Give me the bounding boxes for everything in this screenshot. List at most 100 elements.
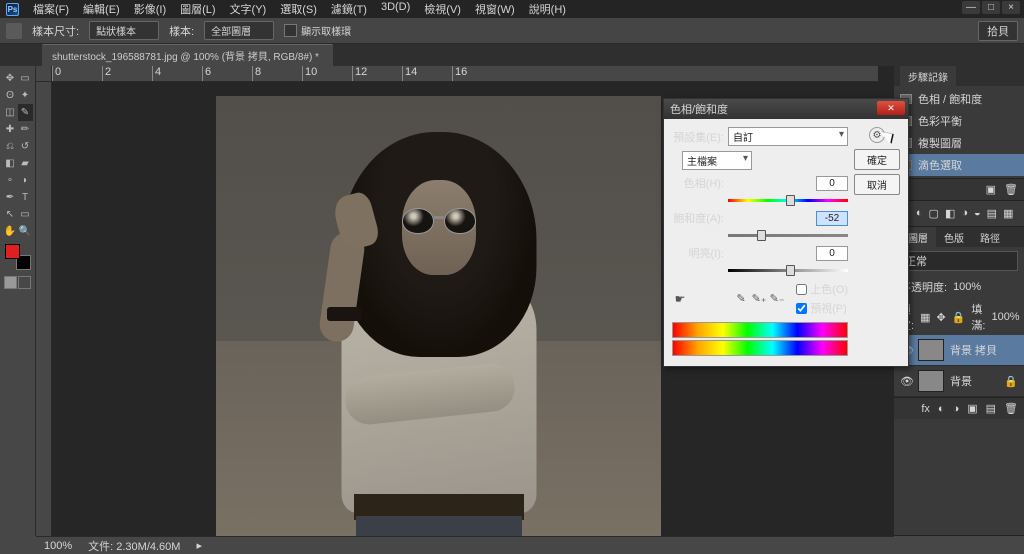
layer-name[interactable]: 背景 <box>950 373 972 389</box>
group-icon[interactable]: ▣ <box>967 402 977 415</box>
history-new-icon[interactable]: ▣ <box>986 183 996 196</box>
adjustment-layer-icon[interactable]: ◑ <box>953 403 960 415</box>
visibility-icon[interactable]: 👁 <box>900 375 912 388</box>
menu-window[interactable]: 視窗(W) <box>469 0 521 19</box>
sample-layers-select[interactable]: 全部圖層 <box>204 21 274 40</box>
lightness-slider[interactable] <box>728 266 848 275</box>
new-layer-icon[interactable]: ▤ <box>986 402 996 415</box>
lock-pixels-icon[interactable]: ▦ <box>920 311 930 324</box>
menu-select[interactable]: 選取(S) <box>274 0 323 19</box>
gradient-tool[interactable]: ▰ <box>18 155 33 172</box>
cancel-button[interactable]: 取消 <box>854 174 900 195</box>
eyedropper-tool[interactable]: ✎ <box>18 104 33 121</box>
blur-tool[interactable]: ∘ <box>3 172 18 189</box>
eyedropper-sub-icon[interactable]: ✎₋ <box>770 292 784 306</box>
history-item[interactable]: 色相 / 飽和度 <box>894 88 1024 110</box>
colorize-checkbox[interactable]: 上色(O) <box>796 281 848 297</box>
saturation-input[interactable]: -52 <box>816 211 848 226</box>
adjustment-icon[interactable]: ◑ <box>961 207 968 220</box>
hand-tool[interactable]: ✋ <box>3 223 18 240</box>
foreground-color-swatch[interactable] <box>5 244 20 259</box>
hue-slider[interactable] <box>728 196 848 205</box>
preset-select[interactable]: 自訂 <box>728 127 848 146</box>
paths-tab[interactable]: 路徑 <box>972 227 1008 248</box>
preview-checkbox[interactable]: 預視(P) <box>796 300 848 316</box>
channel-select[interactable]: 主檔案 <box>682 151 752 170</box>
channels-tab[interactable]: 色版 <box>936 227 972 248</box>
marquee-tool[interactable]: ▭ <box>18 70 33 87</box>
ok-button[interactable]: 確定 <box>854 149 900 170</box>
document-tab[interactable]: shutterstock_196588781.jpg @ 100% (背景 拷貝… <box>42 44 333 66</box>
layer-thumbnail[interactable] <box>918 339 944 361</box>
document-size[interactable]: 文件: 2.30M/4.60M <box>88 538 180 554</box>
color-swatches[interactable] <box>5 244 31 270</box>
mask-icon[interactable]: ◐ <box>938 403 945 415</box>
blend-mode-select[interactable]: 正常 <box>900 251 1018 271</box>
layer-name[interactable]: 背景 拷貝 <box>950 342 997 358</box>
history-item[interactable]: 滴色選取 <box>894 154 1024 176</box>
layer-row[interactable]: 👁 背景 拷貝 <box>894 335 1024 366</box>
menu-layer[interactable]: 圖層(L) <box>174 0 221 19</box>
move-tool[interactable]: ✥ <box>3 70 18 87</box>
adjustment-icon[interactable]: ◒ <box>974 207 981 220</box>
fx-icon[interactable]: fx <box>921 403 930 415</box>
document-canvas[interactable] <box>216 96 661 536</box>
type-tool[interactable]: T <box>18 189 33 206</box>
adjustment-icon[interactable]: ▤ <box>987 207 997 220</box>
stamp-tool[interactable]: ⎌ <box>3 138 18 155</box>
fill-value[interactable]: 100% <box>991 311 1019 323</box>
crop-tool[interactable]: ◫ <box>3 104 18 121</box>
standard-mode-button[interactable] <box>4 276 17 289</box>
window-maximize-button[interactable]: □ <box>982 1 1000 14</box>
opacity-value[interactable]: 100% <box>953 281 981 293</box>
lightness-input[interactable]: 0 <box>816 246 848 261</box>
lock-position-icon[interactable]: ✥ <box>936 311 945 324</box>
sample-size-select[interactable]: 點狀樣本 <box>89 21 159 40</box>
adjustment-icon[interactable]: ◧ <box>945 207 955 220</box>
layer-thumbnail[interactable] <box>918 370 944 392</box>
dodge-tool[interactable]: ◗ <box>18 172 33 189</box>
delete-layer-icon[interactable]: 🗑 <box>1004 402 1018 415</box>
options-right-button[interactable]: 拾貝 <box>978 21 1018 41</box>
menu-edit[interactable]: 編輯(E) <box>77 0 126 19</box>
history-delete-icon[interactable]: 🗑 <box>1004 183 1018 196</box>
history-brush-tool[interactable]: ↺ <box>18 138 33 155</box>
lasso-tool[interactable]: ʘ <box>3 87 18 104</box>
menu-view[interactable]: 檢視(V) <box>418 0 467 19</box>
show-ring-checkbox[interactable]: 顯示取樣環 <box>284 23 351 38</box>
window-close-button[interactable]: × <box>1002 1 1020 14</box>
path-tool[interactable]: ↖ <box>3 206 18 223</box>
eyedropper-icon[interactable]: ✎ <box>734 292 748 306</box>
menu-file[interactable]: 檔案(F) <box>27 0 75 19</box>
zoom-tool[interactable]: 🔍 <box>18 223 33 240</box>
dialog-titlebar[interactable]: 色相/飽和度 ✕ <box>664 99 908 119</box>
hue-saturation-dialog[interactable]: 色相/飽和度 ✕ 預設集(E): 自訂 主檔案 色相(H): 0 飽和度(A):… <box>663 98 909 367</box>
eyedropper-add-icon[interactable]: ✎₊ <box>752 292 766 306</box>
window-minimize-button[interactable]: — <box>962 1 980 14</box>
lock-all-icon[interactable]: 🔒 <box>952 311 966 324</box>
menu-type[interactable]: 文字(Y) <box>224 0 273 19</box>
menu-3d[interactable]: 3D(D) <box>375 0 416 19</box>
brush-tool[interactable]: ✏ <box>18 121 33 138</box>
wand-tool[interactable]: ✦ <box>18 87 33 104</box>
zoom-value[interactable]: 100% <box>44 540 72 552</box>
adjustment-icon[interactable]: ◐ <box>916 207 923 220</box>
pen-tool[interactable]: ✒ <box>3 189 18 206</box>
status-arrow-icon[interactable]: ▸ <box>196 539 202 552</box>
menu-image[interactable]: 影像(I) <box>128 0 172 19</box>
history-item[interactable]: 複製圖層 <box>894 132 1024 154</box>
adjustment-icon[interactable]: ▦ <box>1003 207 1013 220</box>
heal-tool[interactable]: ✚ <box>3 121 18 138</box>
layer-row[interactable]: 👁 背景 🔒 <box>894 366 1024 397</box>
history-tab[interactable]: 步驟記錄 <box>900 66 956 87</box>
preset-gear-icon[interactable]: ⚙ <box>869 127 885 143</box>
shape-tool[interactable]: ▭ <box>18 206 33 223</box>
eraser-tool[interactable]: ◧ <box>3 155 18 172</box>
scrubby-icon[interactable]: ☛ <box>672 291 688 307</box>
hue-input[interactable]: 0 <box>816 176 848 191</box>
dialog-close-button[interactable]: ✕ <box>877 101 905 115</box>
history-item[interactable]: 色彩平衡 <box>894 110 1024 132</box>
adjustment-icon[interactable]: ▢ <box>929 207 939 220</box>
menu-filter[interactable]: 濾鏡(T) <box>325 0 373 19</box>
saturation-slider[interactable] <box>728 231 848 240</box>
